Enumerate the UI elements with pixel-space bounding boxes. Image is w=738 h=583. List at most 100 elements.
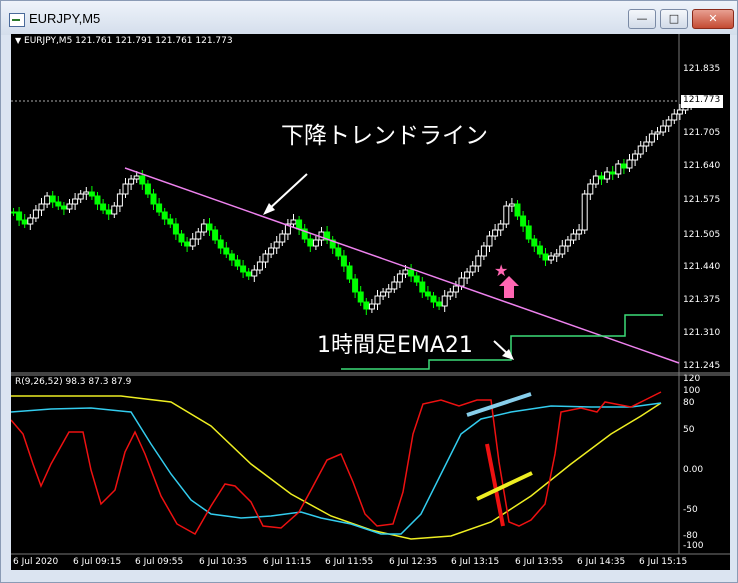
candle-body bbox=[77, 193, 84, 200]
candle-body bbox=[172, 223, 179, 235]
candle-body bbox=[44, 195, 51, 205]
candle-body bbox=[195, 231, 202, 240]
candle-body bbox=[212, 229, 219, 241]
candle-body bbox=[553, 253, 560, 257]
candle-body bbox=[654, 131, 661, 135]
time-axis-label: 6 Jul 12:35 bbox=[389, 557, 438, 567]
indicator-axis-label: -80 bbox=[683, 531, 698, 541]
chart-canvas[interactable]: ★ bbox=[10, 34, 730, 570]
candle-body bbox=[643, 141, 650, 147]
price-axis-label: 121.705 bbox=[683, 128, 721, 138]
price-axis-label: 121.640 bbox=[683, 161, 721, 171]
candle-body bbox=[32, 209, 39, 219]
candle-body bbox=[604, 171, 611, 180]
candle-body bbox=[16, 211, 23, 221]
candle-body bbox=[447, 291, 454, 297]
price-axis-label: 121.575 bbox=[683, 195, 721, 205]
candle-body bbox=[648, 133, 655, 143]
candle-body bbox=[111, 205, 118, 215]
indicator-label: R(9,26,52) 98.3 87.3 87.9 bbox=[15, 377, 132, 387]
title-bar[interactable]: EURJPY,M5 — □ ✕ bbox=[1, 1, 737, 35]
indicator-axis-label: 50 bbox=[683, 425, 695, 435]
candle-body bbox=[587, 183, 594, 195]
candle-body bbox=[234, 259, 241, 267]
candle-body bbox=[116, 193, 123, 207]
candle-body bbox=[396, 273, 403, 283]
candle-body bbox=[570, 233, 577, 241]
candle-body bbox=[189, 238, 196, 247]
maximize-button[interactable]: □ bbox=[660, 9, 688, 29]
candle-body bbox=[296, 219, 303, 230]
chart-window-icon bbox=[9, 13, 25, 27]
indicator-axis-label: -100 bbox=[683, 541, 704, 551]
candle-body bbox=[49, 195, 56, 203]
symbol-info: ▼ EURJPY,M5 121.761 121.791 121.761 121.… bbox=[15, 36, 233, 46]
candle-body bbox=[576, 229, 583, 235]
candle-body bbox=[402, 269, 409, 275]
candle-body bbox=[340, 255, 347, 267]
candle-body bbox=[626, 159, 633, 169]
candle-body bbox=[475, 255, 482, 267]
ema-annotation: 1時間足EMA21 bbox=[317, 333, 473, 358]
candle-body bbox=[352, 278, 359, 293]
candle-body bbox=[27, 217, 34, 225]
candle-body bbox=[178, 233, 185, 243]
candle-body bbox=[72, 198, 79, 205]
candle-body bbox=[564, 239, 571, 247]
candle-body bbox=[66, 203, 73, 210]
candle-body bbox=[676, 109, 683, 115]
candle-body bbox=[665, 119, 672, 127]
candle-body bbox=[240, 265, 247, 273]
candle-body bbox=[128, 178, 135, 185]
candle-body bbox=[531, 238, 538, 247]
candle-body bbox=[150, 193, 157, 205]
candle-body bbox=[161, 211, 168, 220]
candle-body bbox=[469, 265, 476, 273]
chart-area[interactable]: ★ ▼ EURJPY,M5 121.761 121.791 121.761 12… bbox=[10, 34, 730, 570]
candle-body bbox=[480, 245, 487, 257]
dropdown-triangle-icon[interactable]: ▼ bbox=[15, 36, 21, 45]
candle-body bbox=[486, 235, 493, 247]
minimize-button[interactable]: — bbox=[628, 9, 656, 29]
candle-body bbox=[38, 203, 45, 211]
candle-body bbox=[184, 241, 191, 247]
trendline-annotation: 下降トレンドライン bbox=[281, 123, 488, 149]
candle-body bbox=[548, 255, 555, 261]
candle-body bbox=[581, 193, 588, 231]
price-axis-label: 121.440 bbox=[683, 262, 721, 272]
time-axis-label: 6 Jul 11:55 bbox=[325, 557, 374, 567]
time-axis-label: 6 Jul 13:15 bbox=[451, 557, 500, 567]
candle-body bbox=[441, 295, 448, 307]
candle-body bbox=[144, 183, 151, 195]
candle-body bbox=[520, 215, 527, 227]
candle-body bbox=[525, 225, 532, 240]
candle-body bbox=[424, 291, 431, 297]
candle-body bbox=[156, 203, 163, 213]
star-marker-icon: ★ bbox=[494, 261, 508, 280]
indicator-axis-label: 0.00 bbox=[683, 465, 704, 475]
candle-body bbox=[83, 191, 90, 195]
chart-background bbox=[11, 34, 730, 570]
candle-body bbox=[206, 223, 213, 231]
price-axis-label: 121.245 bbox=[683, 361, 721, 371]
candle-body bbox=[620, 163, 627, 169]
candle-body bbox=[10, 211, 17, 214]
candle-body bbox=[262, 253, 269, 263]
candle-body bbox=[419, 281, 426, 293]
candle-body bbox=[413, 275, 420, 283]
candle-body bbox=[223, 247, 230, 255]
candle-body bbox=[357, 291, 364, 303]
candle-body bbox=[458, 277, 465, 287]
time-axis-label: 6 Jul 09:55 bbox=[135, 557, 184, 567]
candle-body bbox=[273, 241, 280, 249]
candle-body bbox=[307, 238, 314, 247]
candle-body bbox=[430, 295, 437, 303]
time-axis-label: 6 Jul 13:55 bbox=[515, 557, 564, 567]
close-button[interactable]: ✕ bbox=[692, 9, 734, 29]
candle-body bbox=[452, 285, 459, 293]
candle-body bbox=[217, 239, 224, 249]
candle-body bbox=[408, 269, 415, 277]
time-axis-label: 6 Jul 15:15 bbox=[639, 557, 688, 567]
candle-body bbox=[268, 247, 275, 255]
candle-body bbox=[363, 301, 370, 310]
